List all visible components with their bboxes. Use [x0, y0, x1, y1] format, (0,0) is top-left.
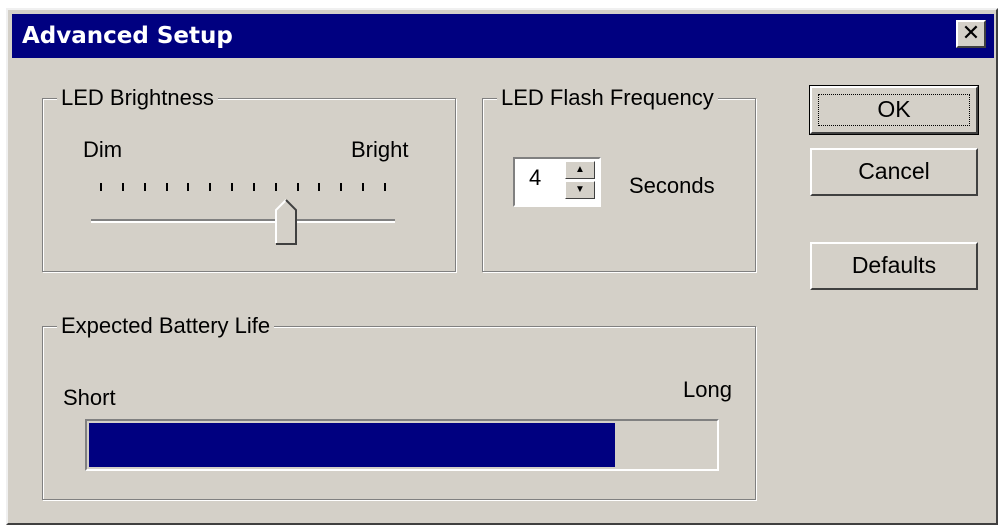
- brightness-slider-track[interactable]: [91, 219, 395, 223]
- brightness-tick: [231, 183, 233, 191]
- brightness-tick: [100, 183, 102, 191]
- led-brightness-group: LED Brightness Dim Bright: [42, 85, 456, 272]
- brightness-tick: [362, 183, 364, 191]
- brightness-tick: [297, 183, 299, 191]
- led-flash-frequency-group: LED Flash Frequency 4 ▲ ▼ Seconds: [482, 85, 756, 272]
- led-flash-frequency-legend: LED Flash Frequency: [497, 85, 718, 111]
- title-bar[interactable]: Advanced Setup ✕: [12, 14, 994, 58]
- brightness-tick: [209, 183, 211, 191]
- flash-frequency-value[interactable]: 4: [529, 165, 541, 191]
- window-title: Advanced Setup: [22, 23, 233, 49]
- flash-unit-label: Seconds: [629, 173, 715, 198]
- battery-life-legend: Expected Battery Life: [57, 313, 275, 339]
- dialog-window: Advanced Setup ✕ LED Brightness Dim Brig…: [6, 8, 998, 525]
- brightness-min-label: Dim: [83, 137, 123, 162]
- ok-focus-ring: [818, 94, 970, 126]
- brightness-max-label: Bright: [351, 137, 409, 162]
- brightness-ticks: [100, 183, 386, 191]
- brightness-tick: [187, 183, 189, 191]
- spin-down-icon[interactable]: ▼: [565, 181, 595, 199]
- brightness-tick: [253, 183, 255, 191]
- battery-life-group: Expected Battery Life Short Long: [42, 313, 756, 500]
- brightness-tick: [275, 183, 277, 191]
- defaults-button[interactable]: Defaults: [810, 242, 978, 290]
- battery-life-fill: [89, 423, 615, 467]
- brightness-slider-thumb[interactable]: [274, 199, 297, 245]
- battery-min-label: Short: [63, 385, 116, 410]
- battery-life-bar: [85, 419, 719, 471]
- defaults-button-label: Defaults: [851, 252, 937, 278]
- cancel-button[interactable]: Cancel: [810, 148, 978, 196]
- spin-up-icon[interactable]: ▲: [565, 161, 595, 179]
- brightness-tick: [318, 183, 320, 191]
- flash-frequency-spinner[interactable]: 4 ▲ ▼: [513, 157, 601, 207]
- brightness-tick: [122, 183, 124, 191]
- ok-button[interactable]: OK: [809, 85, 979, 135]
- brightness-tick: [340, 183, 342, 191]
- brightness-tick: [144, 183, 146, 191]
- cancel-button-label: Cancel: [858, 158, 930, 184]
- brightness-tick: [384, 183, 386, 191]
- battery-max-label: Long: [683, 377, 732, 402]
- brightness-tick: [166, 183, 168, 191]
- close-icon[interactable]: ✕: [956, 20, 986, 48]
- led-brightness-legend: LED Brightness: [57, 85, 218, 111]
